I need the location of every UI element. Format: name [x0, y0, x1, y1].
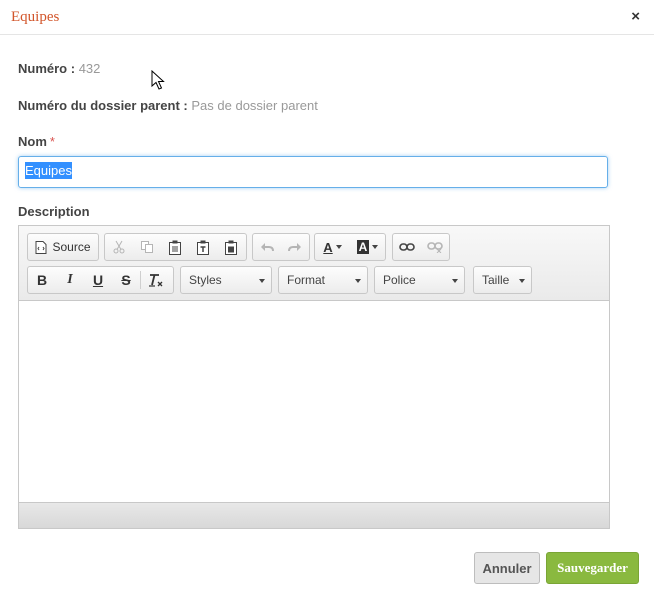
description-label-row: Description	[18, 204, 90, 219]
scissors-icon	[113, 240, 125, 254]
chevron-down-icon	[355, 279, 361, 283]
redo-icon	[288, 243, 301, 252]
remove-format-icon	[149, 273, 163, 287]
italic-button[interactable]: I	[56, 267, 84, 293]
paste-word-icon	[225, 240, 237, 255]
paste-word-button[interactable]	[217, 234, 245, 260]
clipboard-icon	[169, 240, 181, 255]
unlink-icon	[427, 242, 443, 253]
font-select-label: Police	[383, 273, 416, 287]
text-color-button[interactable]: A	[315, 234, 350, 260]
chevron-down-icon	[372, 245, 379, 249]
basic-styles-group: B I U S	[27, 266, 174, 294]
font-select[interactable]: Police	[374, 266, 465, 294]
editor-toolbar: Source A A B I U S Styles Format Police …	[19, 226, 609, 301]
nom-input[interactable]: Equipes	[18, 156, 608, 188]
redo-button[interactable]	[281, 234, 309, 260]
numero-row: Numéro : 432	[18, 61, 100, 76]
styles-select-label: Styles	[189, 273, 222, 287]
source-button[interactable]: Source	[28, 234, 98, 260]
chevron-down-icon	[335, 245, 342, 249]
source-group: Source	[27, 233, 99, 261]
copy-icon	[141, 241, 153, 253]
equipes-dialog: Equipes × Numéro : 432 Numéro du dossier…	[0, 0, 654, 594]
cancel-button[interactable]: Annuler	[474, 552, 540, 584]
bg-color-button[interactable]: A	[350, 234, 385, 260]
parent-value: Pas de dossier parent	[191, 98, 318, 113]
paste-button[interactable]	[161, 234, 189, 260]
history-group	[252, 233, 310, 261]
mouse-cursor-icon	[151, 70, 165, 90]
nom-label-row: Nom *	[18, 134, 55, 149]
nom-input-value: Equipes	[25, 162, 72, 179]
paste-text-button[interactable]	[189, 234, 217, 260]
underline-button[interactable]: U	[84, 267, 112, 293]
bg-color-icon: A	[356, 240, 370, 254]
link-button[interactable]	[393, 234, 421, 260]
clipboard-group	[104, 233, 247, 261]
close-icon[interactable]: ×	[631, 9, 640, 25]
styles-select[interactable]: Styles	[180, 266, 272, 294]
cut-button[interactable]	[105, 234, 133, 260]
source-label: Source	[52, 240, 91, 254]
size-select[interactable]: Taille	[473, 266, 532, 294]
copy-button[interactable]	[133, 234, 161, 260]
link-icon	[399, 243, 415, 251]
chevron-down-icon	[452, 279, 458, 283]
size-select-label: Taille	[482, 273, 510, 287]
nom-label: Nom	[18, 134, 47, 149]
description-label: Description	[18, 204, 90, 219]
strikethrough-button[interactable]: S	[112, 267, 140, 293]
dialog-header: Equipes ×	[0, 0, 654, 35]
text-color-icon: A	[323, 239, 333, 255]
undo-icon	[261, 243, 274, 252]
remove-format-button[interactable]	[141, 267, 171, 293]
editor-resize-bar[interactable]	[19, 502, 609, 528]
numero-value: 432	[78, 61, 101, 76]
undo-button[interactable]	[253, 234, 281, 260]
save-button[interactable]: Sauvegarder	[546, 552, 639, 584]
numero-label: Numéro :	[18, 61, 76, 76]
format-select[interactable]: Format	[278, 266, 368, 294]
unlink-button[interactable]	[421, 234, 449, 260]
source-icon	[35, 240, 47, 254]
chevron-down-icon	[519, 279, 525, 283]
paste-text-icon	[197, 240, 209, 255]
rich-text-editor: Source A A B I U S Styles Format Police …	[18, 225, 610, 529]
editor-content-area[interactable]	[19, 301, 609, 502]
format-select-label: Format	[287, 273, 326, 287]
color-group: A A	[314, 233, 386, 261]
chevron-down-icon	[259, 279, 265, 283]
bold-button[interactable]: B	[28, 267, 56, 293]
required-mark: *	[49, 134, 55, 149]
parent-label: Numéro du dossier parent :	[18, 98, 188, 113]
parent-row: Numéro du dossier parent : Pas de dossie…	[18, 98, 318, 113]
dialog-title: Equipes	[11, 9, 60, 25]
link-group	[392, 233, 450, 261]
